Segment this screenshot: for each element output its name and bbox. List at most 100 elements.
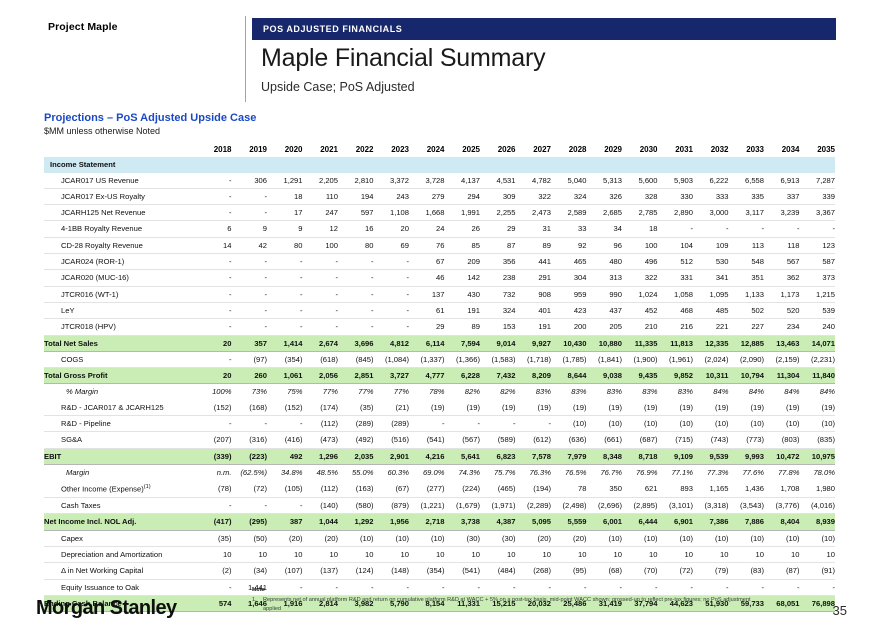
table-cell <box>444 157 480 173</box>
table-cell: 29 <box>409 318 445 336</box>
table-cell: 401 <box>515 302 551 320</box>
row-label: Net Income Incl. NOL Adj. <box>44 513 196 531</box>
table-cell: 78 <box>551 480 587 499</box>
table-cell: (1,337) <box>409 351 445 369</box>
table-cell: 597 <box>338 204 374 222</box>
table-cell: - <box>799 579 835 596</box>
row-label-text: EBIT <box>44 451 62 461</box>
table-cell: (10) <box>728 530 764 547</box>
table-cell: (19) <box>728 399 764 417</box>
table-cell: 200 <box>551 318 587 336</box>
table-cell: 5,600 <box>622 172 658 189</box>
table-cell: 10,472 <box>764 447 800 465</box>
table-cell: (10) <box>728 415 764 433</box>
table-cell: 893 <box>657 480 693 499</box>
table-cell: - <box>799 220 835 238</box>
table-cell: (207) <box>196 431 232 449</box>
row-label-text: SG&A <box>61 435 83 445</box>
table-cell: (2,159) <box>764 351 800 369</box>
table-row: EBIT (339) (223) 492 1,296 2,035 2,901 4,216 5,6… <box>44 447 835 465</box>
table-cell: (72) <box>231 480 267 499</box>
table-cell: 78.0% <box>813 467 835 477</box>
table-cell: (19) <box>444 399 480 417</box>
table-cell: (10) <box>338 530 374 547</box>
table-cell: 3,727 <box>373 367 409 385</box>
table-cell: 191 <box>444 302 480 320</box>
table-cell: 10 <box>515 546 551 564</box>
kicker-band: POS ADJUSTED FINANCIALS <box>252 18 836 40</box>
table-cell: 194 <box>338 188 374 206</box>
row-label: LeY <box>44 302 196 320</box>
table-row: SG&A (207) (316) (416) (473) (492) (516) (541)(… <box>44 431 835 449</box>
table-cell: (2,090) <box>728 351 764 369</box>
footnote-marker: (1) <box>143 484 151 491</box>
table-cell: (19) <box>586 399 622 417</box>
row-label: JCAR017 US Revenue <box>44 172 196 189</box>
table-cell: 247 <box>302 204 338 222</box>
table-cell: (19) <box>551 399 587 417</box>
table-cell: 69.0% <box>422 467 445 477</box>
table-cell: 12,335 <box>693 334 729 352</box>
table-cell: 530 <box>693 253 729 271</box>
table-cell: 7,594 <box>444 334 480 352</box>
table-cell: (10) <box>693 530 729 547</box>
table-cell: 82% <box>464 387 480 397</box>
table-cell: 92 <box>551 237 587 255</box>
table-cell: 362 <box>764 269 800 287</box>
table-cell: 1,436 <box>728 480 764 499</box>
table-cell: 142 <box>444 269 480 287</box>
table-cell: 10 <box>551 546 587 564</box>
table-row: Other Income (Expense)(1) (78) (72) (105) (1… <box>44 480 835 499</box>
column-header-year-2028: 2028 <box>568 145 587 154</box>
table-cell: 496 <box>622 253 658 271</box>
table-cell: 75% <box>287 387 303 397</box>
row-label-text: JCAR024 (ROR-1) <box>61 257 125 267</box>
row-label: Margin <box>44 464 196 480</box>
slide-header: Project Maple POS ADJUSTED FINANCIALS Ma… <box>0 0 880 104</box>
column-header-year-2020: 2020 <box>284 145 303 154</box>
table-cell: (19) <box>515 399 551 417</box>
table-cell: 512 <box>657 253 693 271</box>
table-row: 4-1BB Royalty Revenue 6 9 9 12 16 20 24 26 29 31 33… <box>44 220 835 238</box>
table-cell: - <box>267 286 303 303</box>
table-cell: 1,058 <box>657 286 693 303</box>
table-cell: 6,114 <box>409 334 445 352</box>
table-cell: (354) <box>267 351 303 369</box>
table-cell: 291 <box>515 269 551 287</box>
table-cell: 11,813 <box>657 334 693 352</box>
table-cell: (845) <box>338 351 374 369</box>
table-cell: 33 <box>551 220 587 238</box>
table-cell <box>373 157 409 173</box>
table-header: 2018 2019 2020 2021 2022 2023 2024 2025 2026 2027… <box>44 142 835 157</box>
table-cell: - <box>231 415 267 433</box>
table-cell: 908 <box>515 286 551 303</box>
table-cell: 6,558 <box>728 172 764 189</box>
table-cell: (10) <box>799 530 835 547</box>
table-cell <box>764 157 800 173</box>
table-cell: - <box>373 253 409 271</box>
table-cell: 14 <box>196 237 232 255</box>
table-cell: 357 <box>231 334 267 352</box>
morgan-stanley-logo: Morgan Stanley <box>36 597 177 619</box>
table-cell: (1,583) <box>480 351 516 369</box>
header-divider <box>245 16 246 102</box>
table-row: Total Gross Profit 20 260 1,061 2,056 2,851 3,… <box>44 367 835 385</box>
table-cell: 387 <box>267 513 303 531</box>
table-cell: 46 <box>409 269 445 287</box>
table-cell: 153 <box>480 318 516 336</box>
table-cell <box>302 157 338 173</box>
table-cell: (3,101) <box>657 497 693 515</box>
table-cell: 13,463 <box>764 334 800 352</box>
table-cell: 1,980 <box>799 480 835 499</box>
table-cell: (567) <box>444 431 480 449</box>
table-cell: 2,473 <box>515 204 551 222</box>
table-cell <box>586 157 622 173</box>
table-cell: (79) <box>693 562 729 580</box>
table-cell: 216 <box>657 318 693 336</box>
table-cell: (78) <box>196 480 232 499</box>
row-label-text: Total Net Sales <box>44 338 98 348</box>
table-cell: (91) <box>799 562 835 580</box>
table-cell: - <box>231 318 267 336</box>
table-cell: 1,292 <box>338 513 374 531</box>
table-cell: 2,785 <box>622 204 658 222</box>
